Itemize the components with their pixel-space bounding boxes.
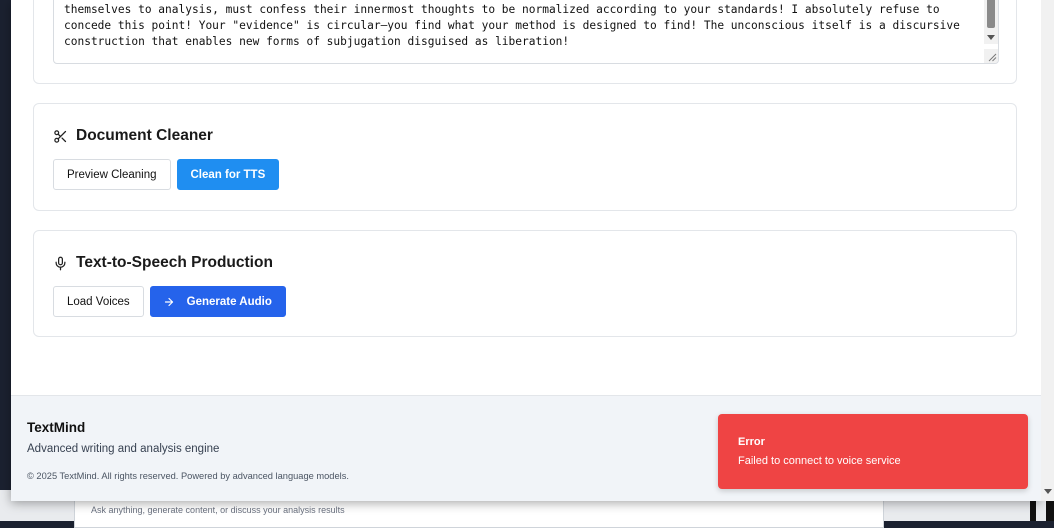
background-chat-input-placeholder: Ask anything, generate content, or discu… [91,505,345,515]
textarea-scrollbar[interactable] [984,0,998,44]
footer-brand: TextMind [27,420,86,435]
document-cleaner-card: Document Cleaner Preview Cleaning Clean … [33,103,1017,211]
scissors-icon [53,128,69,144]
textarea-resize-handle[interactable] [984,49,998,63]
document-cleaner-header: Document Cleaner [53,126,213,146]
error-toast[interactable]: Error Failed to connect to voice service [718,414,1028,489]
generate-audio-label: Generate Audio [186,295,272,308]
modal-scroll-down-arrow[interactable] [1044,489,1052,494]
footer-tagline: Advanced writing and analysis engine [27,443,220,455]
tts-actions: Load Voices Generate Audio [53,286,286,317]
arrow-right-icon [163,296,175,308]
generate-audio-button[interactable]: Generate Audio [149,286,286,317]
load-voices-button[interactable]: Load Voices [53,286,144,317]
resize-grip-icon [988,53,997,62]
error-toast-title: Error [738,436,765,448]
source-textarea-value[interactable]: themselves to analysis, must confess the… [64,2,979,51]
document-cleaner-title: Document Cleaner [76,127,213,144]
clean-for-tts-button[interactable]: Clean for TTS [176,159,280,190]
modal-scrollbar[interactable] [1041,0,1054,501]
textarea-scroll-down-arrow[interactable] [987,35,995,40]
background-chat-input[interactable]: Ask anything, generate content, or discu… [74,498,884,528]
footer-copyright: © 2025 TextMind. All rights reserved. Po… [27,471,349,481]
error-toast-message: Failed to connect to voice service [738,455,901,467]
document-cleaner-actions: Preview Cleaning Clean for TTS [53,159,280,190]
microphone-icon [53,255,69,271]
source-text-card: themselves to analysis, must confess the… [33,0,1017,84]
tts-production-title: Text-to-Speech Production [76,254,273,271]
textarea-scrollbar-thumb[interactable] [987,0,995,28]
preview-cleaning-button[interactable]: Preview Cleaning [53,159,171,190]
tts-production-card: Text-to-Speech Production Load Voices Ge… [33,230,1017,337]
source-textarea[interactable]: themselves to analysis, must confess the… [53,0,999,64]
tts-production-header: Text-to-Speech Production [53,253,273,273]
